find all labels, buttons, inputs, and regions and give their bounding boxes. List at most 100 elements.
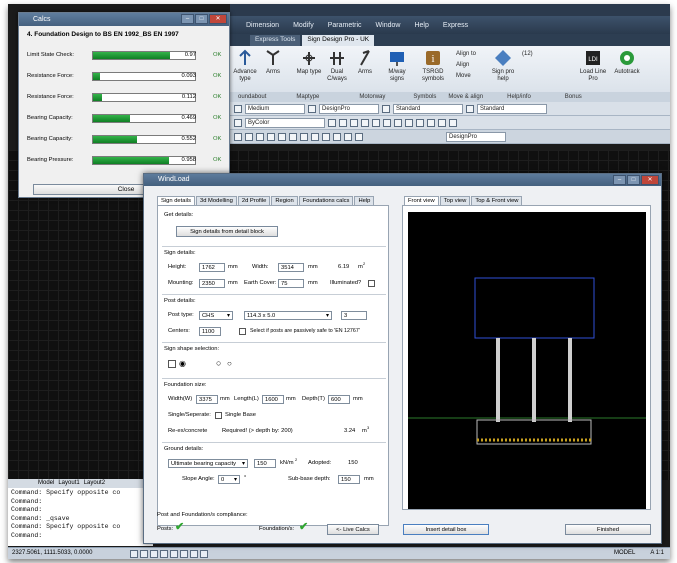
tab-region[interactable]: Region xyxy=(271,196,298,205)
otrack-icon[interactable] xyxy=(289,132,297,141)
polyline-icon[interactable] xyxy=(339,118,347,127)
annotation-scale[interactable]: A 1:1 xyxy=(650,550,664,556)
close-icon[interactable]: ✕ xyxy=(641,175,659,185)
ortho-toggle-icon[interactable] xyxy=(150,549,159,558)
sign-details-from-block-button[interactable]: Sign details from detail block xyxy=(176,226,278,237)
front-view-canvas[interactable] xyxy=(408,212,646,509)
layer-icon[interactable] xyxy=(234,118,242,127)
slope-angle-select[interactable]: 0 xyxy=(218,475,240,484)
sign-pro-help-button[interactable]: Sign pro help xyxy=(488,49,518,83)
ortho-icon[interactable] xyxy=(256,132,264,141)
lwt-icon[interactable] xyxy=(322,132,330,141)
minimize-icon[interactable]: – xyxy=(613,175,626,185)
height-input[interactable]: 1762 xyxy=(199,263,225,272)
standard-combo-1[interactable]: Standard xyxy=(393,103,463,114)
menu-express[interactable]: Express xyxy=(443,22,468,29)
minimize-icon[interactable]: – xyxy=(181,14,194,24)
tab-layout1[interactable]: Layout1 xyxy=(58,479,79,488)
model-space-button[interactable]: MODEL xyxy=(614,550,635,556)
single-base-checkbox[interactable] xyxy=(215,412,222,419)
polar-toggle-icon[interactable] xyxy=(160,549,169,558)
ducs-icon[interactable] xyxy=(300,132,308,141)
tab-help[interactable]: Help xyxy=(354,196,375,205)
align-button[interactable]: Align xyxy=(456,60,469,70)
tab-foundations-calcs[interactable]: Foundations calcs xyxy=(298,196,354,205)
finished-button[interactable]: Finished xyxy=(565,524,651,535)
mleader-style-icon[interactable] xyxy=(466,104,474,113)
osnap-toggle-icon[interactable] xyxy=(170,549,179,558)
table-style-icon[interactable] xyxy=(382,104,390,113)
load-line-pro-button[interactable]: LDI Load Line Pro xyxy=(578,49,608,83)
map-type-button[interactable]: Map type xyxy=(294,49,324,76)
polar-icon[interactable] xyxy=(267,132,275,141)
sc-icon[interactable] xyxy=(355,132,363,141)
foundation-depth-input[interactable]: 600 xyxy=(328,395,350,404)
trim-icon[interactable] xyxy=(449,118,457,127)
tab-express-tools[interactable]: Express Tools xyxy=(250,35,301,46)
tab-3d-modelling[interactable]: 3d Modelling xyxy=(195,196,237,205)
tab-sign-details[interactable]: Sign details xyxy=(157,196,195,205)
medium-combo[interactable]: Medium xyxy=(245,103,305,114)
menu-window[interactable]: Window xyxy=(376,22,401,29)
text-style-icon[interactable] xyxy=(234,104,242,113)
line-icon[interactable] xyxy=(328,118,336,127)
ultimate-bearing-select[interactable]: Ultimate bearing capacity xyxy=(168,459,248,468)
hatch-icon[interactable] xyxy=(383,118,391,127)
circle-shape-radio[interactable]: ○ xyxy=(227,359,232,368)
menu-help[interactable]: Help xyxy=(414,22,428,29)
earth-cover-input[interactable]: 75 xyxy=(278,279,304,288)
grid-toggle-icon[interactable] xyxy=(140,549,149,558)
centers-input[interactable]: 1100 xyxy=(199,327,221,336)
snap-toggle-icon[interactable] xyxy=(130,549,139,558)
mway-signs-button[interactable]: M/way signs xyxy=(382,49,412,83)
dim-style-icon[interactable] xyxy=(308,104,316,113)
lwt-toggle-icon[interactable] xyxy=(200,549,209,558)
tab-2d-profile[interactable]: 2d Profile xyxy=(237,196,271,205)
post-count-input[interactable]: 3 xyxy=(341,311,367,320)
post-type-select[interactable]: CHS xyxy=(199,311,233,320)
tab-front-view[interactable]: Front view xyxy=(404,196,439,205)
snap-icon[interactable] xyxy=(234,132,242,141)
close-icon[interactable]: ✕ xyxy=(209,14,227,24)
advance-type-button[interactable]: Advance type xyxy=(230,49,260,83)
copy-icon[interactable] xyxy=(416,118,424,127)
menu-dimension[interactable]: Dimension xyxy=(246,22,279,29)
mounting-input[interactable]: 2350 xyxy=(199,279,225,288)
osnap-icon[interactable] xyxy=(278,132,286,141)
designpro-combo[interactable]: DesignPro xyxy=(319,103,379,114)
dyn-icon[interactable] xyxy=(311,132,319,141)
offset-icon[interactable] xyxy=(438,118,446,127)
ultimate-bearing-input[interactable]: 150 xyxy=(254,459,276,468)
menu-parametric[interactable]: Parametric xyxy=(328,22,362,29)
dyn-toggle-icon[interactable] xyxy=(190,549,199,558)
command-line[interactable]: Command: Specify opposite co Command: Comm… xyxy=(8,488,153,546)
move-button[interactable]: Move xyxy=(456,71,471,81)
post-size-select[interactable]: 114.3 x 5.0 xyxy=(244,311,332,320)
grid-icon[interactable] xyxy=(245,132,253,141)
maximize-icon[interactable]: □ xyxy=(195,14,208,24)
illuminated-checkbox[interactable] xyxy=(368,280,375,287)
standard-combo-2[interactable]: Standard xyxy=(477,103,547,114)
tab-sign-design-pro[interactable]: Sign Design Pro - UK xyxy=(302,35,375,46)
tab-top-front-view[interactable]: Top & Front view xyxy=(471,196,523,205)
text-icon[interactable] xyxy=(394,118,402,127)
dual-cways-button[interactable]: Dual C/ways xyxy=(322,49,352,83)
live-calcs-button[interactable]: <- Live Calcs xyxy=(327,524,379,535)
rectangle-icon[interactable] xyxy=(372,118,380,127)
otrack-toggle-icon[interactable] xyxy=(180,549,189,558)
bycolor-combo[interactable]: ByColor xyxy=(245,117,325,128)
circle-icon[interactable] xyxy=(350,118,358,127)
passive-safe-checkbox[interactable] xyxy=(239,328,246,335)
designpro-combo-2[interactable]: DesignPro xyxy=(446,131,506,142)
qp-icon[interactable] xyxy=(344,132,352,141)
foundation-length-input[interactable]: 1600 xyxy=(262,395,284,404)
foundation-width-input[interactable]: 3375 xyxy=(196,395,218,404)
move-icon[interactable] xyxy=(405,118,413,127)
autotrack-button[interactable]: Autotrack xyxy=(612,49,642,76)
tab-model[interactable]: Model xyxy=(38,479,54,488)
tab-layout2[interactable]: Layout2 xyxy=(84,479,105,488)
rectangle-shape-radio[interactable]: ◉ xyxy=(179,359,186,368)
insert-detail-box-button[interactable]: Insert detail box xyxy=(403,524,489,535)
mirror-icon[interactable] xyxy=(427,118,435,127)
tab-top-view[interactable]: Top view xyxy=(439,196,471,205)
